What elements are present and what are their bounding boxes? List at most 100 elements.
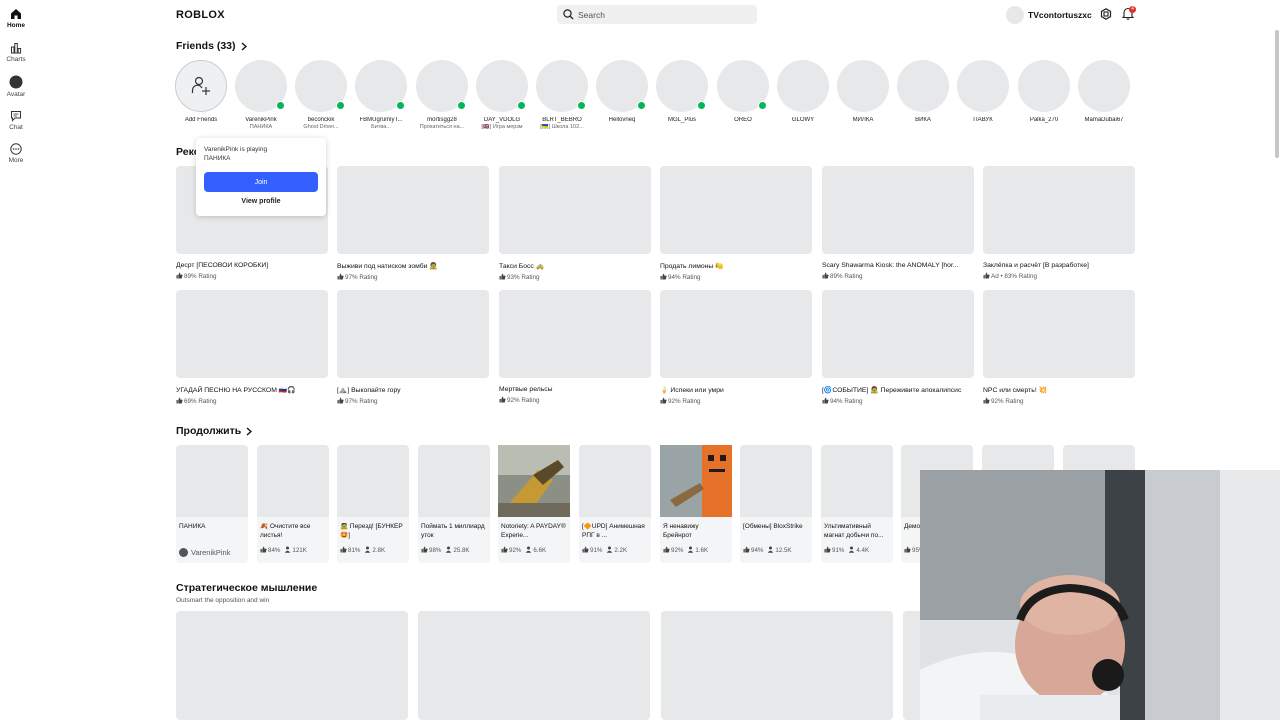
game-rating: Ad • 83% Rating <box>983 272 1135 280</box>
friend-tile[interactable]: mortisgg28 Прокатиться на... <box>414 60 470 130</box>
game-card[interactable]: УГАДАЙ ПЕСНЮ НА РУССКОМ 🇷🇺🎧 69% Rating <box>176 290 328 405</box>
online-status-dot <box>758 101 767 110</box>
page-scrollbar[interactable] <box>1275 30 1279 158</box>
chevron-right-icon <box>241 41 247 51</box>
strategic-game-card[interactable] <box>176 611 408 720</box>
thumbs-up-icon <box>824 546 831 553</box>
friend-tile[interactable]: MamaDubai67 <box>1076 60 1132 124</box>
friend-tile[interactable]: Palka_270 <box>1016 60 1072 124</box>
continue-game-card[interactable]: 🍂 Очистите все листья! 84% 121K <box>257 445 329 563</box>
game-card[interactable]: Scary Shawarma Kiosk: the ANOMALY [hor..… <box>822 166 974 280</box>
game-thumbnail <box>579 445 651 517</box>
friends-title-link[interactable]: Friends (33) <box>176 40 247 52</box>
game-creator: VarenikPink <box>179 548 245 557</box>
creator-avatar <box>179 548 188 557</box>
nav-more[interactable]: More <box>0 143 32 164</box>
game-card[interactable]: [🌀СОБЫТИЕ] 🧟 Переживите апокалипсис 94% R… <box>822 290 974 405</box>
game-card[interactable]: Продать лимоны 🍋 94% Rating <box>660 166 812 281</box>
join-button[interactable]: Join <box>204 172 318 192</box>
robux-icon[interactable] <box>1100 8 1112 20</box>
friend-tile[interactable]: VarenikPink ПАНИКА <box>233 60 289 130</box>
strategic-game-card[interactable] <box>661 611 893 720</box>
game-card[interactable]: 🍦 Испеки или умри 92% Rating <box>660 290 812 405</box>
roblox-logo[interactable]: ROBLOX <box>176 9 225 21</box>
continue-game-card[interactable]: Ультимативный магнат добычи по... 91% 4.4K <box>821 445 893 563</box>
game-title: Поймать 1 миллиард уток <box>421 523 485 539</box>
strategic-game-card[interactable] <box>418 611 650 720</box>
game-card[interactable]: Выживи под натиском зомби 🧟 97% Rating <box>337 166 489 281</box>
game-thumbnail <box>499 166 651 254</box>
friend-tile[interactable]: GLOWY <box>775 60 831 124</box>
continue-game-card[interactable]: Я ненавижу Брейнрот 92% 1.6K <box>660 445 732 563</box>
continue-game-card[interactable]: 🧟 Перезд! [БУНКЕР🤩] 81% 2.8K <box>337 445 409 563</box>
friend-status: Битва... <box>371 124 391 130</box>
players-icon <box>526 546 532 553</box>
friend-tile[interactable]: MGL_Plus <box>654 60 710 124</box>
game-card-info: Notoriety: A PAYDAY® Experie... 92% 6.6K <box>498 517 570 563</box>
search-bar[interactable] <box>557 5 757 24</box>
friend-tile[interactable]: МИЛКА <box>835 60 891 124</box>
game-stats: 92% 1.6K <box>663 546 729 554</box>
friend-tile[interactable]: BLRT_BEBRO [🇺🇦] Школа 102... <box>534 60 590 130</box>
continue-game-card[interactable]: Поймать 1 миллиард уток 98% 25.8K <box>418 445 490 563</box>
friend-name: DAY_VDOLG <box>483 117 521 123</box>
continue-game-card[interactable]: [Обмены] BloxStrike 94% 12.5K <box>740 445 812 563</box>
strategic-title: Стратегическое мышление <box>176 582 317 594</box>
game-card[interactable]: Такси Босс 🚕 93% Rating <box>499 166 651 281</box>
friend-avatar <box>957 60 1009 112</box>
friend-tile[interactable]: OREO <box>715 60 771 124</box>
game-card-info: ПАНИКА VarenikPink <box>176 517 248 563</box>
user-profile-link[interactable]: TVcontortuszxc <box>1006 5 1092 24</box>
continue-game-card[interactable]: [🔶UPD] Анимешная РПГ в ... 91% 2.2K <box>579 445 651 563</box>
continue-title-link[interactable]: Продолжить <box>176 425 253 437</box>
friend-tile[interactable]: FBMUgrumiyT... Битва... <box>353 60 409 130</box>
players-icon <box>849 546 855 553</box>
popover-game-name: ПАНИКА <box>204 154 231 162</box>
friend-tile[interactable]: beconckik Ghost Driver... <box>293 60 349 130</box>
game-title: Notoriety: A PAYDAY® Experie... <box>501 523 566 539</box>
left-nav: Home Charts Avatar Chat More <box>0 0 32 720</box>
friend-tile[interactable]: ПАВУК <box>955 60 1011 124</box>
game-card[interactable]: [⛰️] Выкопайте гору 97% Rating <box>337 290 489 405</box>
game-thumbnail <box>660 166 812 254</box>
game-card-info: Ультимативный магнат добычи по... 91% 4.4K <box>821 517 893 563</box>
nav-home[interactable]: Home <box>0 8 32 29</box>
continue-game-card[interactable]: Notoriety: A PAYDAY® Experie... 92% 6.6K <box>498 445 570 563</box>
popover-playing-text: VarenikPink is playing <box>204 146 268 153</box>
game-card[interactable]: Мертвые рельсы 92% Rating <box>499 290 651 404</box>
thumbs-up-icon <box>499 396 506 403</box>
friend-avatar <box>1018 60 1070 112</box>
add-friends-button[interactable]: Add Friends <box>173 60 229 123</box>
friend-avatar <box>656 60 708 112</box>
friend-name: Palka_270 <box>1029 117 1059 123</box>
friend-tile[interactable]: Hellovneq <box>594 60 650 124</box>
view-profile-link[interactable]: View profile <box>204 198 318 205</box>
continue-game-card[interactable]: ПАНИКА VarenikPink <box>176 445 248 563</box>
friend-avatar <box>717 60 769 112</box>
add-friends-label: Add Friends <box>184 117 218 123</box>
players-icon <box>607 546 613 553</box>
game-title: Ультимативный магнат добычи по... <box>824 523 884 539</box>
game-card-info: [🔶UPD] Анимешная РПГ в ... 91% 2.2K <box>579 517 651 563</box>
game-thumbnail <box>337 445 409 517</box>
friend-tile[interactable]: ВИКА <box>895 60 951 124</box>
game-card-info: 🧟 Перезд! [БУНКЕР🤩] 81% 2.8K <box>337 517 409 563</box>
friend-name: ВИКА <box>915 117 931 123</box>
game-thumbnail <box>821 445 893 517</box>
nav-avatar[interactable]: Avatar <box>0 75 32 98</box>
search-input[interactable] <box>578 9 748 20</box>
game-title: 🧟 Перезд! [БУНКЕР🤩] <box>340 523 403 539</box>
game-card[interactable]: Заклёпка и расчёт [В разработке] Ad • 83%… <box>983 166 1135 280</box>
game-title: NPC или смерть! 💥 <box>983 387 1048 394</box>
game-stats: 91% 2.2K <box>582 546 648 554</box>
game-card-info: 🍂 Очистите все листья! 84% 121K <box>257 517 329 563</box>
friend-tile[interactable]: DAY_VDOLG [🇬🇧] Игра мерзм <box>474 60 530 130</box>
game-stats: 98% 25.8K <box>421 546 487 554</box>
online-status-dot <box>336 101 345 110</box>
nav-charts[interactable]: Charts <box>0 42 32 63</box>
nav-chat-label: Chat <box>9 124 23 131</box>
friend-avatar <box>897 60 949 112</box>
game-card[interactable]: NPC или смерть! 💥 92% Rating <box>983 290 1135 405</box>
game-thumbnail <box>257 445 329 517</box>
nav-chat[interactable]: Chat <box>0 110 32 131</box>
